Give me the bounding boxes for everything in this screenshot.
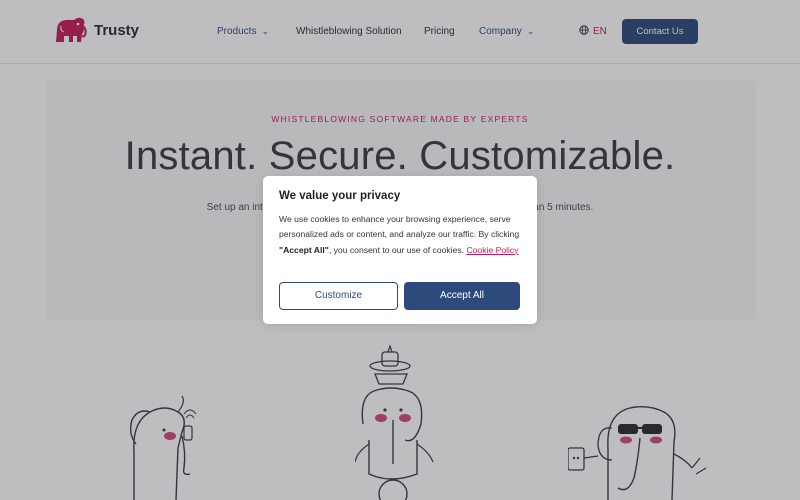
accept-all-button[interactable]: Accept All <box>404 282 520 310</box>
cookie-body-text-1: We use cookies to enhance your browsing … <box>279 214 520 240</box>
cookie-dialog-title: We value your privacy <box>279 190 401 202</box>
page: Trusty Products ⌄ Whistleblowing Solution… <box>0 0 800 500</box>
cookie-consent-dialog: We value your privacy We use cookies to … <box>263 176 537 324</box>
cookie-body-text-2: , you consent to our use of cookies. <box>328 244 467 255</box>
customize-button[interactable]: Customize <box>279 282 398 310</box>
cookie-body-bold: "Accept All" <box>279 244 329 255</box>
cookie-policy-link[interactable]: Cookie Policy <box>466 245 518 255</box>
cookie-dialog-body: We use cookies to enhance your browsing … <box>279 212 525 258</box>
